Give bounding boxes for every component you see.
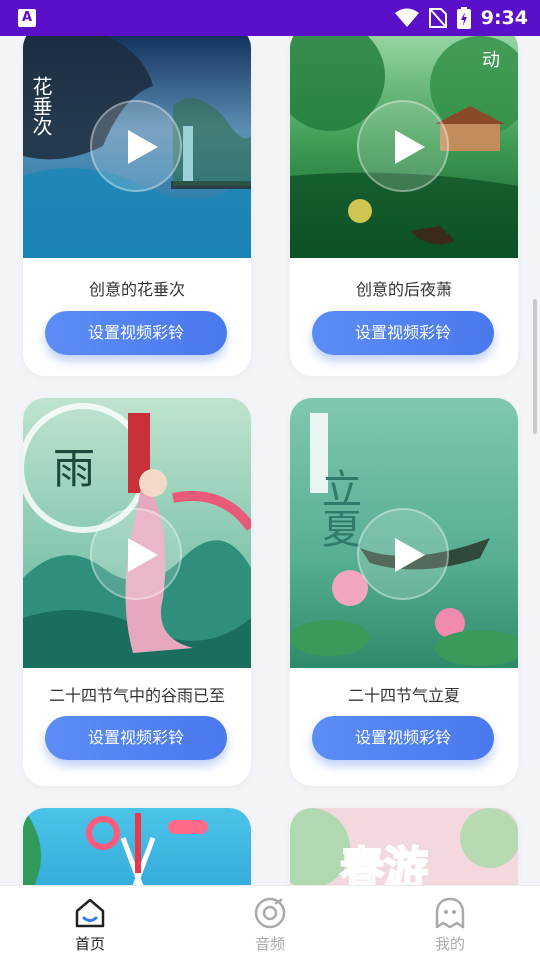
video-thumbnail[interactable]: 立夏 <box>290 398 518 668</box>
play-button[interactable] <box>357 100 449 192</box>
play-button[interactable] <box>90 508 182 600</box>
overlay-text: 动 <box>482 50 500 71</box>
video-card[interactable]: 花垂次 创意的花垂次 设置视频彩铃 <box>23 36 251 376</box>
tab-audio[interactable]: 音频 <box>230 896 310 954</box>
video-thumbnail[interactable]: 动 <box>290 36 518 258</box>
overlay-text: 立夏 <box>315 468 361 548</box>
card-title: 二十四节气立夏 <box>347 686 460 705</box>
battery-icon <box>456 7 471 29</box>
wifi-icon <box>394 8 419 27</box>
tab-label: 我的 <box>434 935 465 953</box>
set-video-ringtone-button[interactable]: 设置视频彩铃 <box>312 716 494 760</box>
video-card[interactable]: 春游 <box>290 808 518 885</box>
play-button[interactable] <box>357 508 449 600</box>
video-card[interactable]: 立夏 二十四节气立夏 设置视频彩铃 <box>290 398 518 786</box>
video-thumbnail[interactable]: 春游 <box>290 808 518 885</box>
video-feed[interactable]: 花垂次 创意的花垂次 设置视频彩铃 动 创意的后夜萧 设置视频彩铃 雨 二十四节… <box>0 36 540 885</box>
video-card[interactable]: 雨 二十四节气中的谷雨已至 设置视频彩铃 <box>23 398 251 786</box>
overlay-text: 春游 <box>340 843 428 885</box>
disc-icon <box>254 897 286 929</box>
set-video-ringtone-button[interactable]: 设置视频彩铃 <box>45 311 227 355</box>
bottom-tab-bar: 首页 音频 我的 <box>0 885 540 960</box>
video-card[interactable] <box>23 808 251 885</box>
card-title: 创意的花垂次 <box>88 280 185 299</box>
set-video-ringtone-button[interactable]: 设置视频彩铃 <box>45 716 227 760</box>
card-title: 二十四节气中的谷雨已至 <box>48 686 225 705</box>
profile-icon <box>435 897 465 929</box>
home-icon <box>75 898 105 928</box>
clock: 9:34 <box>480 7 528 29</box>
video-thumbnail[interactable]: 雨 <box>23 398 251 668</box>
overlay-text: 雨 <box>53 444 95 493</box>
tab-label: 音频 <box>254 935 285 953</box>
tab-home[interactable]: 首页 <box>50 896 130 954</box>
play-button[interactable] <box>90 100 182 192</box>
video-card[interactable]: 动 创意的后夜萧 设置视频彩铃 <box>290 36 518 376</box>
scrollbar[interactable] <box>533 299 537 434</box>
tab-label: 首页 <box>74 935 105 953</box>
video-thumbnail[interactable]: 花垂次 <box>23 36 251 258</box>
tab-profile[interactable]: 我的 <box>410 896 490 954</box>
card-title: 创意的后夜萧 <box>355 280 452 299</box>
sim-icon <box>428 8 447 28</box>
app-notification-icon: A <box>18 9 36 27</box>
set-video-ringtone-button[interactable]: 设置视频彩铃 <box>312 311 494 355</box>
overlay-text: 花垂次 <box>29 76 53 136</box>
status-bar: A 9:34 <box>0 0 540 36</box>
video-thumbnail[interactable] <box>23 808 251 885</box>
